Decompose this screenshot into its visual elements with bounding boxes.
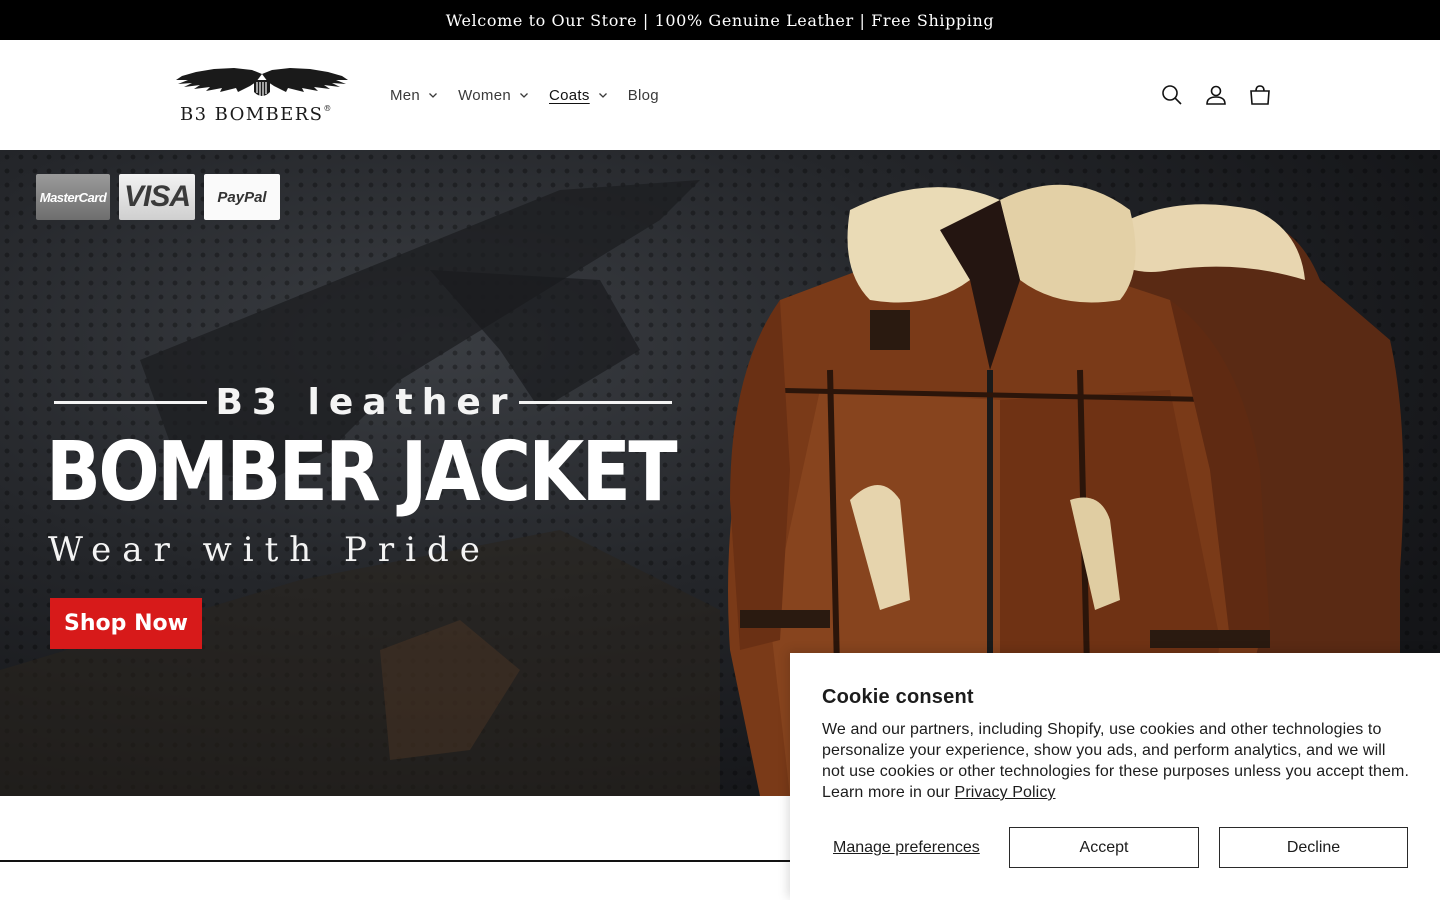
privacy-policy-link[interactable]: Privacy Policy [955,784,1056,801]
hero-tagline: Wear with Pride [48,530,491,570]
logo-wordmark: B3 BOMBERS® [180,104,333,125]
nav-item-men[interactable]: Men [380,87,448,104]
paypal-logo: PayPal [204,174,280,220]
visa-logo: VISA [119,174,195,220]
chevron-down-icon [429,93,438,98]
cookie-body-text: We and our partners, including Shopify, … [822,721,1410,801]
mastercard-logo: MasterCard [36,174,110,220]
site-header: B3 BOMBERS® Men Women Coats Blog [0,40,1440,150]
hero-subheading: B3 leather [54,382,673,423]
main-nav: Men Women Coats Blog [380,40,669,150]
section-divider [0,860,790,862]
nav-item-women[interactable]: Women [448,87,539,104]
cookie-consent-dialog: Cookie consent We and our partners, incl… [790,653,1440,900]
announcement-bar: Welcome to Our Store | 100% Genuine Leat… [0,0,1440,40]
payment-methods: MasterCard VISA PayPal [36,174,280,220]
nav-label-coats: Coats [549,86,590,104]
hero-subheading-text: B3 leather [215,382,517,423]
decline-button[interactable]: Decline [1219,827,1408,868]
shop-now-button[interactable]: Shop Now [50,598,202,649]
cart-icon[interactable] [1248,83,1272,107]
search-icon[interactable] [1160,83,1184,107]
announcement-text: Welcome to Our Store | 100% Genuine Leat… [445,10,995,30]
divider-right [518,401,673,404]
manage-preferences-link[interactable]: Manage preferences [833,839,980,857]
cookie-body: We and our partners, including Shopify, … [822,719,1410,803]
account-icon[interactable] [1204,83,1228,107]
wings-emblem-icon [176,68,348,96]
nav-label-women: Women [458,86,512,104]
accept-button[interactable]: Accept [1009,827,1199,868]
chevron-down-icon [598,93,607,98]
nav-item-blog[interactable]: Blog [618,87,669,104]
chevron-down-icon [520,93,528,98]
nav-label-men: Men [390,86,421,104]
store-logo[interactable]: B3 BOMBERS® [174,66,350,126]
nav-item-coats[interactable]: Coats [539,87,618,104]
divider-left [54,401,208,404]
cookie-title: Cookie consent [822,686,974,708]
hero-headline: BOMBER JACKET [46,425,678,520]
nav-label-blog: Blog [627,86,659,104]
